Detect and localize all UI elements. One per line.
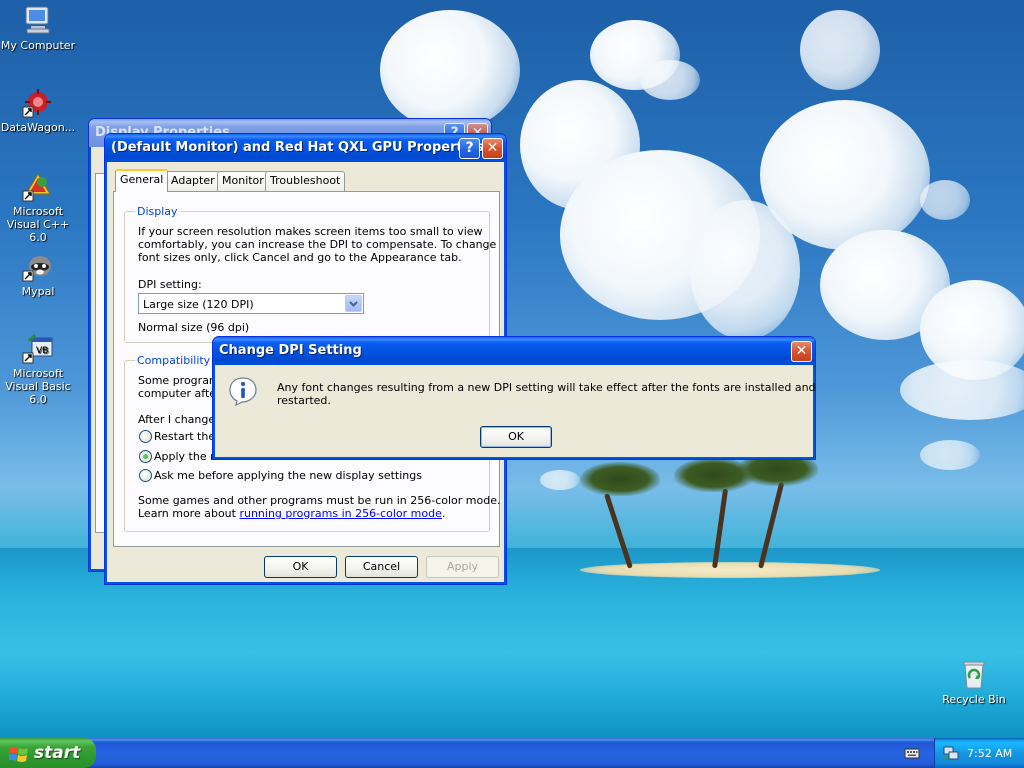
after-change-label: After I change xyxy=(138,413,216,426)
keyboard-icon[interactable] xyxy=(904,746,920,760)
display-group-label: Display xyxy=(135,205,180,218)
chevron-down-icon[interactable] xyxy=(345,295,362,312)
desktop-icon-mypal[interactable]: Mypal xyxy=(0,250,78,298)
color-mode-note: Some games and other programs must be ru… xyxy=(138,494,501,507)
learn-more-suffix: . xyxy=(441,507,446,520)
display-description-line: font sizes only, click Cancel and go to … xyxy=(138,251,462,264)
ok-button[interactable]: OK xyxy=(264,556,337,578)
recycle-bin-icon xyxy=(958,658,990,690)
dpi-setting-label: DPI setting: xyxy=(138,278,202,291)
visual-cpp-shortcut-icon xyxy=(22,170,54,202)
desktop-icon-label: Microsoft Visual Basic 6.0 xyxy=(5,367,71,406)
radio-apply[interactable] xyxy=(139,450,152,463)
svg-text:VB: VB xyxy=(36,346,48,356)
apply-button[interactable]: Apply xyxy=(426,556,499,578)
close-button[interactable]: ✕ xyxy=(482,138,503,159)
network-icon[interactable] xyxy=(943,745,959,761)
learn-more-line: Learn more about running programs in 256… xyxy=(138,507,445,520)
help-button[interactable]: ? xyxy=(459,138,480,159)
learn-more-prefix: Learn more about xyxy=(138,507,240,520)
island xyxy=(580,562,880,578)
radio-restart[interactable] xyxy=(139,430,152,443)
desktop-icon-label: Microsoft Visual C++ 6.0 xyxy=(6,205,70,244)
desktop-icon-visual-basic[interactable]: VB Microsoft Visual Basic 6.0 xyxy=(0,332,78,406)
system-tray: 7:52 AM xyxy=(934,738,1024,768)
dialog-title: Change DPI Setting xyxy=(213,337,815,365)
mypal-shortcut-icon xyxy=(22,250,54,282)
desktop-icon-visual-cpp[interactable]: Microsoft Visual C++ 6.0 xyxy=(0,170,78,244)
display-description-line: comfortably, you can increase the DPI to… xyxy=(138,238,497,251)
dpi-setting-dropdown[interactable]: Large size (120 DPI) xyxy=(138,293,364,314)
display-description-line: If your screen resolution makes screen i… xyxy=(138,225,483,238)
desktop-icon-my-computer[interactable]: My Computer xyxy=(0,4,78,52)
dialog-message-line: Any font changes resulting from a new DP… xyxy=(277,381,816,394)
dialog-ok-button[interactable]: OK xyxy=(480,426,552,448)
dialog-message-line: restarted. xyxy=(277,394,331,407)
color-mode-help-link[interactable]: running programs in 256-color mode xyxy=(239,507,441,520)
information-icon xyxy=(227,375,259,407)
radio-restart-label[interactable]: Restart the xyxy=(154,430,215,443)
desktop-icon-label: Recycle Bin xyxy=(942,693,1006,706)
taskbar: start 7:52 AM xyxy=(0,738,1024,768)
normal-size-text: Normal size (96 dpi) xyxy=(138,321,250,334)
my-computer-icon xyxy=(22,4,54,36)
desktop-icon-datawagon[interactable]: DataWagon... xyxy=(0,86,78,134)
tab-monitor[interactable]: Monitor xyxy=(217,171,269,191)
tab-strip: General Adapter Monitor Troubleshoot xyxy=(113,169,503,193)
compatibility-text-line: computer after xyxy=(138,387,221,400)
close-button[interactable]: ✕ xyxy=(791,341,812,362)
windows-logo-icon xyxy=(8,744,29,762)
radio-ask-label[interactable]: Ask me before applying the new display s… xyxy=(154,469,422,482)
desktop-icon-label: My Computer xyxy=(0,39,76,52)
compatibility-group-label: Compatibility xyxy=(135,354,213,367)
change-dpi-dialog[interactable]: Change DPI Setting ✕ Any font changes re… xyxy=(212,336,816,460)
tab-adapter[interactable]: Adapter xyxy=(166,171,220,191)
radio-ask[interactable] xyxy=(139,469,152,482)
tab-general[interactable]: General xyxy=(115,169,169,192)
start-label: start xyxy=(34,743,81,763)
desktop-icon-label: Mypal xyxy=(21,285,55,298)
cancel-button[interactable]: Cancel xyxy=(345,556,418,578)
desktop-icon-label: DataWagon... xyxy=(0,121,76,134)
clock[interactable]: 7:52 AM xyxy=(967,747,1012,760)
dpi-setting-value: Large size (120 DPI) xyxy=(143,298,254,311)
visual-basic-shortcut-icon: VB xyxy=(22,332,54,364)
datawagon-shortcut-icon xyxy=(22,86,54,118)
desktop-icon-recycle-bin[interactable]: Recycle Bin xyxy=(934,658,1014,706)
tab-troubleshoot[interactable]: Troubleshoot xyxy=(265,171,346,191)
start-button[interactable]: start xyxy=(0,738,96,768)
gpu-properties-title: (Default Monitor) and Red Hat QXL GPU Pr… xyxy=(105,134,506,162)
